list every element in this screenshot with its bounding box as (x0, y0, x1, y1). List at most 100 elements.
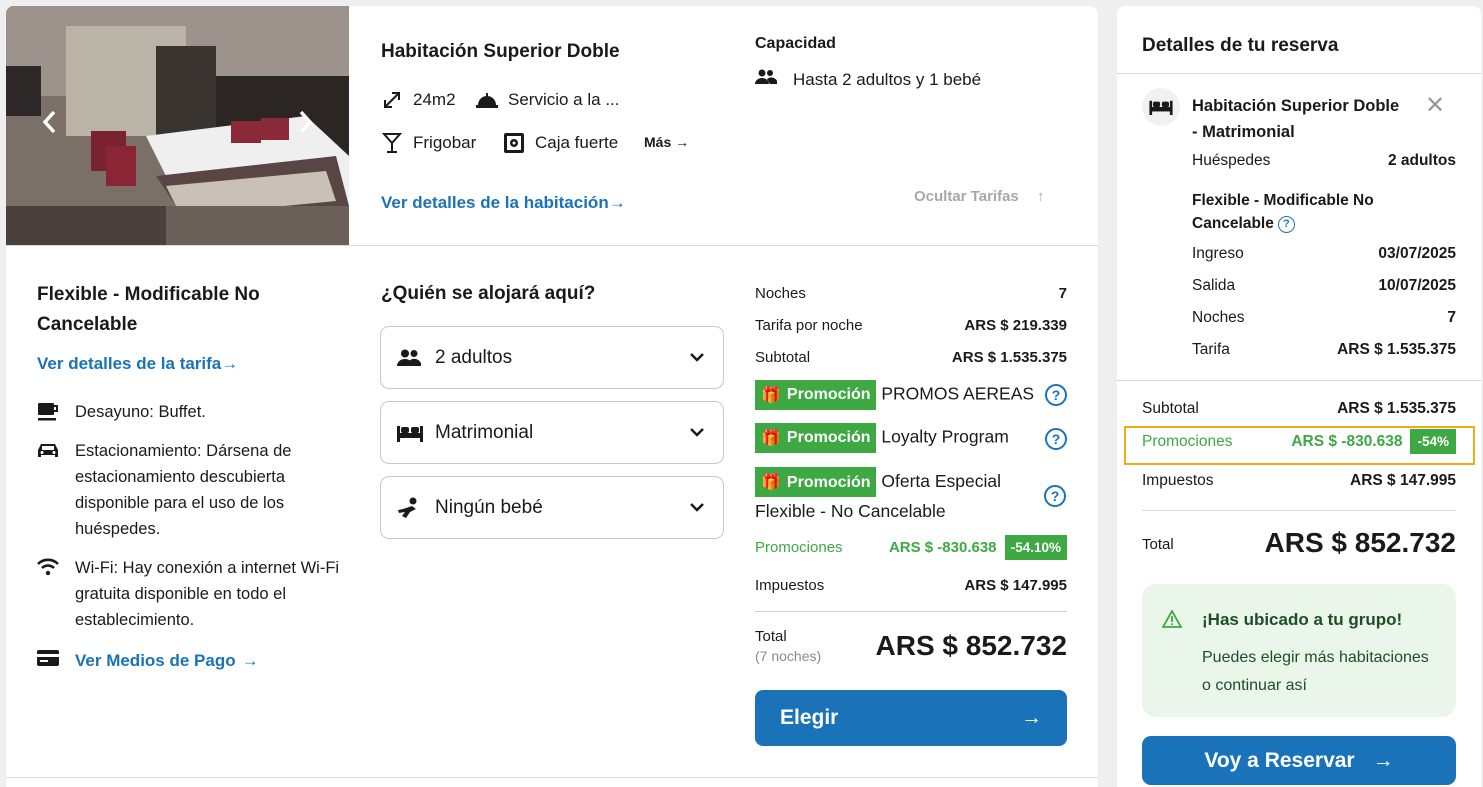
room-title: Habitación Superior Doble (381, 41, 620, 62)
nights-value: 7 (1058, 285, 1067, 302)
help-icon[interactable]: ? (1044, 485, 1066, 507)
promo-badge-label: Promoción (786, 429, 871, 446)
taxes-value: ARS $ 147.995 (964, 577, 1067, 594)
amenity-parking: Estacionamiento: Dársena de estacionamie… (37, 438, 357, 542)
chevron-down-icon (689, 497, 705, 519)
baby-value: Ningún bebé (435, 496, 543, 518)
summary-title: Detalles de tu reserva (1142, 35, 1339, 56)
price-taxes-row: Impuestos ARS $ 147.995 (755, 577, 1067, 594)
baby-select[interactable]: Ningún bebé (380, 476, 724, 539)
promo-name: Loyalty Program (881, 426, 1009, 447)
arrow-right-icon: → (1021, 706, 1042, 729)
summary-subtotal-label: Subtotal (1142, 400, 1199, 417)
arrow-right-icon: → (675, 134, 690, 150)
more-features-link[interactable]: Más → (644, 134, 689, 150)
promo-badge: 🎁 Promoción (755, 467, 877, 498)
feature-size-label: 24m2 (413, 90, 456, 109)
summary-promos-value: ARS $ -830.638 (1291, 433, 1403, 450)
arrow-right-icon: → (221, 354, 239, 373)
promo-badge: 🎁 Promoción (755, 380, 877, 410)
summary-subtotal-value: ARS $ 1.535.375 (1337, 400, 1456, 417)
hide-rates-button[interactable]: Ocultar Tarifas ↑ (914, 188, 1044, 205)
amenity-breakfast-text: Desayuno: Buffet. (75, 403, 206, 421)
total-amount: ARS $ 852.732 (875, 630, 1067, 661)
photo-next-button[interactable] (291, 106, 321, 142)
warning-icon (1161, 609, 1183, 633)
bed-select[interactable]: Matrimonial (380, 401, 724, 464)
capacity-text: Hasta 2 adultos y 1 bebé (793, 69, 982, 89)
safe-icon (503, 132, 525, 154)
choose-button[interactable]: Elegir → (755, 690, 1067, 746)
wifi-icon (37, 555, 61, 633)
more-features-label: Más (644, 134, 672, 150)
summary-checkin-row: Ingreso 03/07/2025 (1192, 245, 1456, 263)
summary-checkout-row: Salida 10/07/2025 (1192, 277, 1456, 295)
amenity-wifi-text: Wi-Fi: Hay conexión a internet Wi-Fi gra… (75, 559, 340, 629)
price-promos-row: Promociones ARS $ -830.638 -54.10% (755, 535, 1067, 560)
guests-title: ¿Quién se alojará aquí? (381, 283, 596, 304)
payment-methods-label: Ver Medios de Pago (75, 650, 236, 670)
summary-checkin-value: 03/07/2025 (1378, 245, 1456, 262)
summary-total-label: Total (1142, 536, 1174, 553)
promo-row-2: 🎁 Promoción Loyalty Program ? (755, 423, 1067, 453)
gift-icon: 🎁 (761, 473, 781, 491)
bed-icon (397, 424, 425, 442)
total-nights-note: (7 noches) (755, 648, 822, 664)
photo-prev-button[interactable] (34, 106, 64, 142)
promos-value: ARS $ -830.638 (888, 539, 997, 556)
group-notice-title: ¡Has ubicado a tu grupo! (1202, 610, 1403, 629)
promo-badge-label: Promoción (786, 386, 871, 403)
feature-service: Servicio a la ... (476, 89, 620, 111)
arrow-right-icon: → (608, 193, 626, 212)
feature-safe: Caja fuerte (503, 132, 618, 154)
price-per-night-row: Tarifa por noche ARS $ 219.339 (755, 317, 1067, 334)
help-icon[interactable]: ? (1045, 384, 1067, 406)
promos-label: Promociones (755, 539, 843, 556)
summary-rate-price-value: ARS $ 1.535.375 (1337, 341, 1456, 358)
promo-badge-label: Promoción (786, 473, 871, 491)
cocktail-icon (381, 132, 403, 154)
subtotal-label: Subtotal (755, 349, 811, 366)
feature-minibar-label: Frigobar (413, 133, 477, 152)
help-icon[interactable]: ? (1277, 216, 1295, 233)
adults-select[interactable]: 2 adultos (380, 326, 724, 389)
divider (6, 245, 1098, 246)
rate-title: Flexible - Modificable No Cancelable (37, 284, 260, 335)
promos-pct-badge: -54.10% (1004, 535, 1067, 560)
subtotal-value: ARS $ 1.535.375 (951, 349, 1067, 366)
feature-service-label: Servicio a la ... (508, 90, 620, 109)
summary-taxes-label: Impuestos (1142, 472, 1214, 489)
per-night-label: Tarifa por noche (755, 317, 863, 334)
summary-guests-row: Huéspedes 2 adultos (1192, 152, 1456, 170)
bed-icon (1142, 88, 1180, 126)
rate-details-link[interactable]: Ver detalles de la tarifa→ (37, 354, 238, 374)
amenity-parking-text: Estacionamiento: Dársena de estacionamie… (75, 442, 292, 538)
summary-checkout-value: 10/07/2025 (1378, 277, 1456, 294)
close-icon[interactable]: ✕ (1425, 94, 1445, 118)
feature-minibar: Frigobar (381, 132, 476, 154)
room-photo (6, 6, 349, 245)
room-details-link[interactable]: Ver detalles de la habitación→ (381, 193, 626, 213)
chevron-down-icon (689, 347, 705, 369)
arrow-right-icon: → (1372, 748, 1394, 772)
chevron-right-icon (299, 110, 313, 134)
room-card: Habitación Superior Doble 24m2 Servicio … (6, 6, 1098, 787)
bed-value: Matrimonial (435, 421, 534, 443)
rate-details-label: Ver detalles de la tarifa (37, 354, 222, 373)
summary-room-name: Habitación Superior Doble - Matrimonial (1192, 97, 1400, 141)
adults-value: 2 adultos (435, 346, 513, 368)
help-icon[interactable]: ? (1045, 428, 1067, 450)
booking-summary: Detalles de tu reserva Habitación Superi… (1117, 6, 1481, 787)
reserve-button[interactable]: Voy a Reservar → (1142, 736, 1456, 785)
summary-checkin-label: Ingreso (1192, 245, 1244, 262)
divider (1117, 73, 1481, 74)
price-subtotal-row: Subtotal ARS $ 1.535.375 (755, 349, 1067, 366)
group-notice: ¡Has ubicado a tu grupo! Puedes elegir m… (1142, 584, 1456, 717)
summary-promos-row: Promociones ARS $ -830.638 -54% (1142, 429, 1456, 454)
summary-guests-value: 2 adultos (1387, 152, 1456, 169)
payment-methods-link[interactable]: Ver Medios de Pago → (37, 650, 259, 671)
car-icon (37, 438, 61, 542)
coffee-icon (37, 399, 61, 430)
room-service-icon (476, 89, 498, 111)
summary-rate-name: Flexible - Modificable No Cancelable? (1192, 189, 1422, 235)
